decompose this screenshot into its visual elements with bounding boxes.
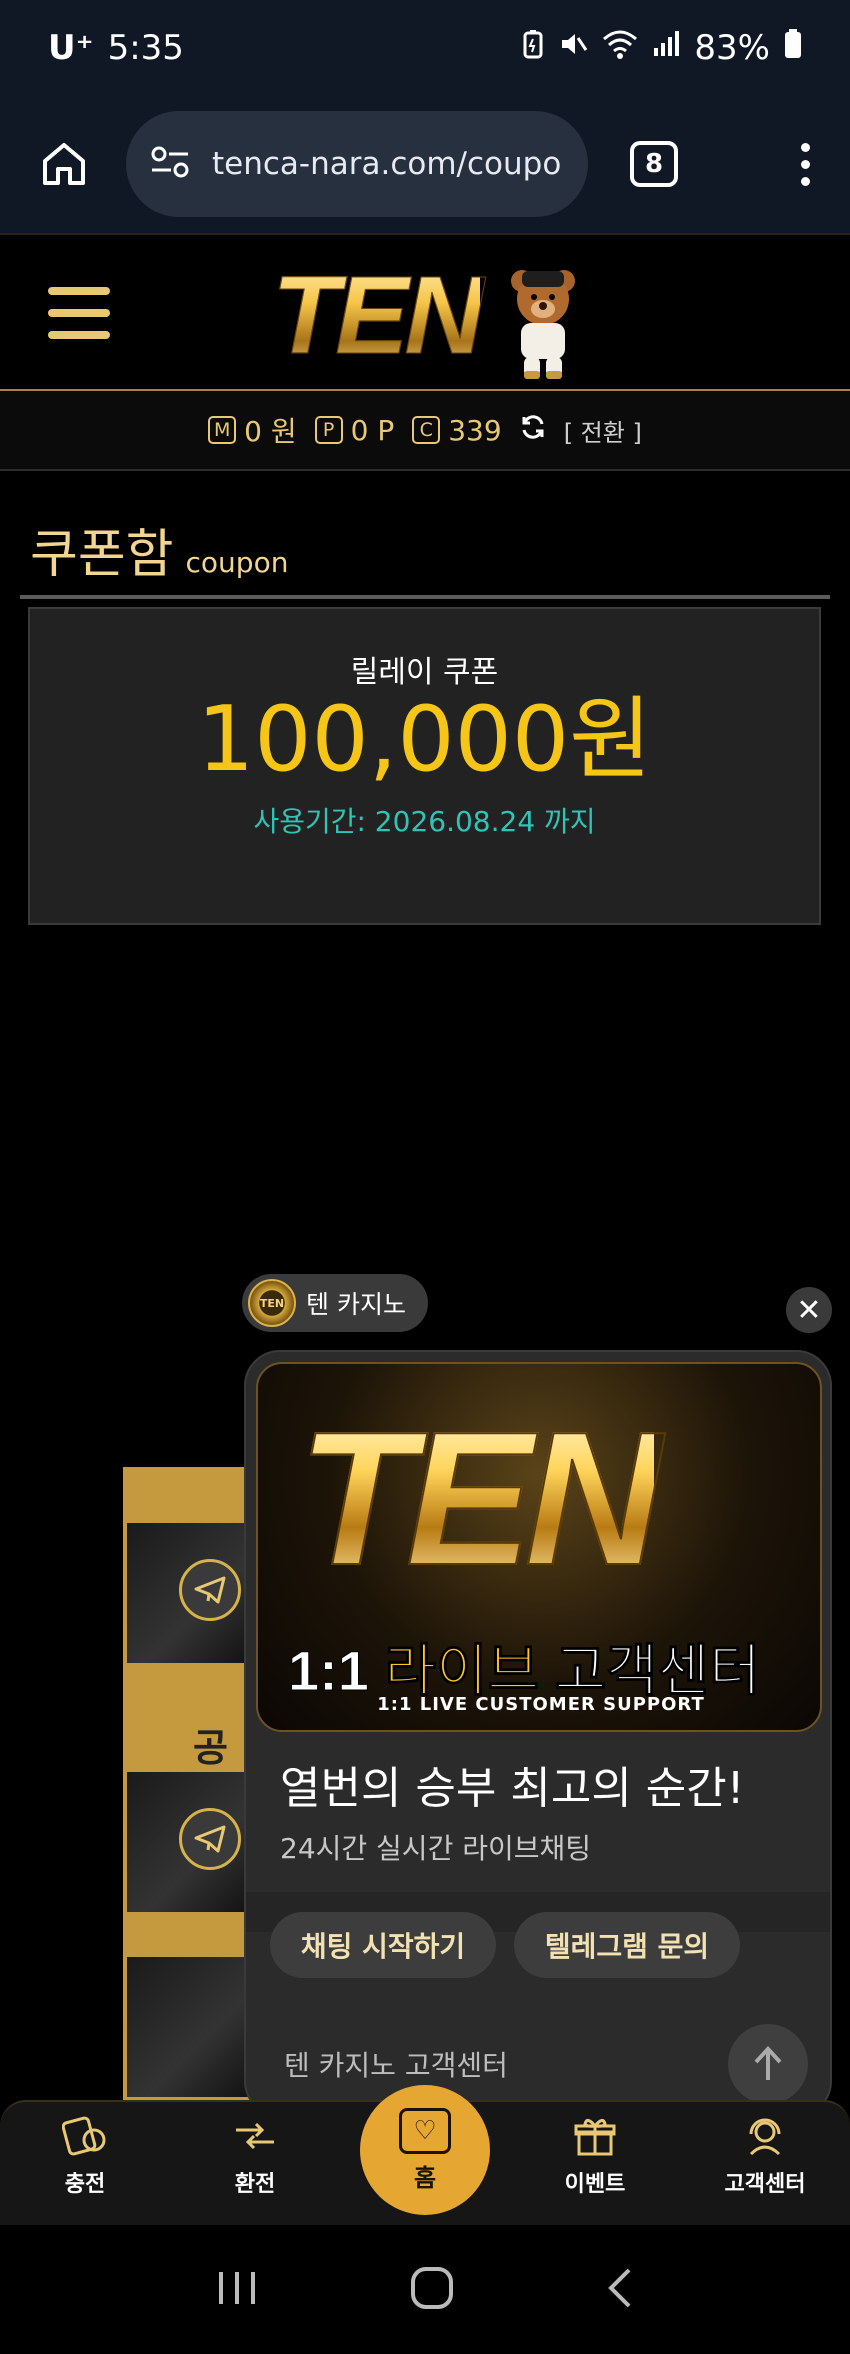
logo-text: TEN [272, 253, 485, 377]
site-settings-icon[interactable] [150, 145, 190, 183]
url-text: tenca-nara.com/coupon [212, 146, 564, 182]
telegram-inquiry-button[interactable]: 텔레그램 문의 [514, 1912, 740, 1978]
coupon-period: 사용기간: 2026.08.24 까지 [253, 804, 596, 838]
site-header: TEN [0, 233, 850, 391]
browser-menu-icon[interactable] [801, 142, 810, 186]
chat-avatar: TEN [248, 1279, 296, 1327]
chat-sender-name: 텐 카지노 [306, 1290, 406, 1319]
nav-events[interactable]: 이벤트 [530, 2112, 660, 2222]
bear-mascot-icon [508, 267, 578, 386]
hamburger-menu-icon[interactable] [48, 287, 110, 339]
close-icon[interactable]: ✕ [786, 1287, 832, 1333]
nav-events-label: 이벤트 [564, 2172, 626, 2197]
recent-apps-icon[interactable] [215, 2268, 259, 2312]
chat-heading: 열번의 승부 최고의 순간! [280, 1763, 745, 1814]
nav-withdraw[interactable]: 환전 [190, 2112, 320, 2222]
back-icon[interactable] [605, 2266, 635, 2314]
support-banner-image[interactable]: TEN 1:1 라이브 고객센터 1:1 LIVE CUSTOMER SUPPO… [256, 1362, 822, 1732]
point-value: 0 P [350, 413, 395, 447]
clock: 5:35 [107, 27, 184, 68]
battery-icon [784, 28, 802, 67]
money-balance: M 0 원 [208, 410, 297, 450]
deposit-icon [61, 2112, 109, 2160]
balance-bar: M 0 원 P 0 P C 339 [ 전환 ] [0, 391, 850, 471]
browser-toolbar: tenca-nara.com/coupon 8 [0, 95, 850, 233]
page-title-en: coupon [185, 546, 289, 579]
banner-subtitle: 1:1 LIVE CUSTOMER SUPPORT [377, 1694, 705, 1715]
convert-button[interactable]: [ 전환 ] [564, 413, 642, 448]
point-badge-icon: P [314, 416, 343, 444]
coupon-card[interactable]: 릴레이 쿠폰 100,000원 사용기간: 2026.08.24 까지 [28, 607, 821, 925]
headset-icon [741, 2112, 789, 2160]
money-value: 0 원 [244, 415, 297, 448]
signal-icon [652, 30, 680, 66]
banner-title-center: 고객센터 [554, 1639, 761, 1703]
side-banner[interactable] [127, 1523, 253, 1663]
browser-home-icon[interactable] [34, 134, 94, 194]
money-badge-icon: M [208, 416, 237, 444]
chat-widget: TEN 1:1 라이브 고객센터 1:1 LIVE CUSTOMER SUPPO… [244, 1350, 832, 2117]
telegram-icon [179, 1559, 241, 1621]
heart-home-icon: ♡ [399, 2107, 451, 2154]
android-home-icon[interactable] [410, 2266, 454, 2314]
chat-sender-pill: TEN 텐 카지노 [242, 1274, 428, 1332]
carrier-label: U⁺ [48, 27, 94, 68]
side-banner-strip: 공식 [123, 1467, 253, 2107]
nav-deposit-label: 충전 [64, 2172, 106, 2197]
start-chat-button[interactable]: 채팅 시작하기 [270, 1912, 496, 1978]
point-balance: P 0 P [314, 413, 395, 447]
side-banner[interactable] [127, 1957, 253, 2097]
mute-icon [558, 29, 588, 67]
site-logo[interactable]: TEN [272, 253, 575, 379]
page-title-kr: 쿠폰함 [30, 525, 174, 585]
gift-icon [571, 2112, 619, 2160]
coupon-name: 릴레이 쿠폰 [350, 655, 499, 690]
coin-badge-icon: C [412, 416, 441, 444]
withdraw-icon [231, 2112, 279, 2160]
send-arrow-icon[interactable] [728, 2023, 808, 2104]
status-bar: U⁺ 5:35 83% [0, 0, 850, 95]
nav-support-label: 고객센터 [724, 2172, 806, 2197]
battery-saver-icon [522, 29, 544, 67]
banner-ratio: 1:1 [288, 1639, 370, 1703]
banner-ten-text: TEN [297, 1393, 663, 1605]
chat-subheading: 24시간 실시간 라이브채팅 [280, 1832, 592, 1865]
banner-title-live: 라이브 [384, 1639, 540, 1703]
chat-input-label: 텐 카지노 고객센터 [284, 2048, 508, 2082]
nav-home-label: 홈 [413, 2163, 437, 2192]
wifi-icon [602, 29, 638, 67]
address-bar[interactable]: tenca-nara.com/coupon [126, 111, 588, 217]
tab-switcher-button[interactable]: 8 [630, 141, 678, 187]
title-divider [20, 595, 830, 599]
coin-value: 339 [448, 413, 502, 447]
page-title: 쿠폰함 coupon [30, 512, 288, 587]
nav-support[interactable]: 고객센터 [700, 2112, 830, 2222]
telegram-icon [179, 1808, 241, 1870]
android-nav-bar [0, 2225, 850, 2354]
coupon-amount: 100,000원 [197, 687, 652, 792]
nav-home[interactable]: ♡ 홈 [360, 2085, 490, 2215]
refresh-icon[interactable] [520, 414, 546, 447]
nav-deposit[interactable]: 충전 [20, 2112, 150, 2222]
side-banner[interactable] [127, 1772, 253, 1912]
coin-balance: C 339 [412, 413, 502, 447]
battery-percent: 83% [694, 27, 770, 68]
nav-withdraw-label: 환전 [234, 2172, 276, 2197]
